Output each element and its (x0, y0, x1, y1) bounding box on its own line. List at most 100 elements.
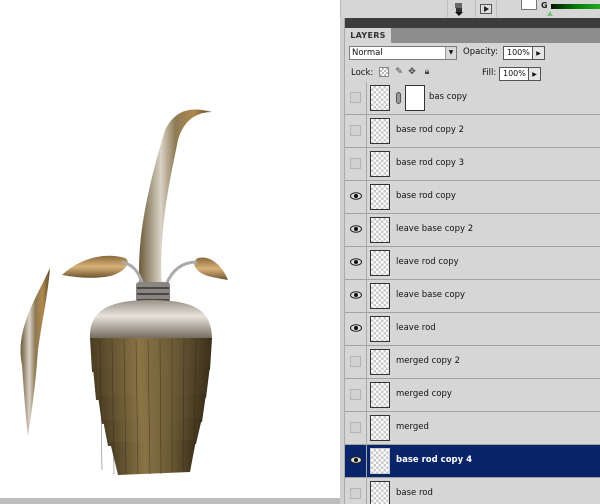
layer-row[interactable]: bas copy (345, 82, 600, 115)
layer-thumbnail[interactable] (370, 316, 390, 342)
triangle-right-icon: ▶ (532, 70, 537, 78)
opacity-input[interactable]: 100% (503, 46, 533, 60)
lock-transparency-icon[interactable] (379, 67, 389, 77)
visibility-toggle[interactable] (345, 82, 367, 114)
layers-panel: LAYERS Normal ▼ Opacity: 100% ▶ Lock: ✎ … (345, 28, 600, 504)
visibility-empty-box (350, 356, 361, 367)
layer-row[interactable]: leave rod (345, 313, 600, 346)
panel-header-bar (345, 18, 600, 28)
layer-name: leave base copy 2 (396, 224, 474, 234)
layer-row[interactable]: base rod copy 4 (345, 445, 600, 478)
layer-name: leave rod (396, 323, 436, 333)
layer-name: base rod copy 3 (396, 158, 464, 168)
visibility-toggle[interactable] (345, 478, 367, 504)
lock-image-brush-icon[interactable]: ✎ (394, 67, 404, 77)
right-leaf (194, 257, 228, 280)
layer-name: base rod copy 2 (396, 125, 464, 135)
lock-position-move-icon[interactable]: ✥ (407, 67, 417, 77)
visibility-empty-box (350, 92, 361, 103)
visibility-toggle[interactable] (345, 313, 367, 345)
visibility-empty-box (350, 158, 361, 169)
layer-thumbnail[interactable] (370, 184, 390, 210)
layer-row[interactable]: base rod copy (345, 181, 600, 214)
opacity-slider-toggle[interactable]: ▶ (533, 46, 545, 60)
chevron-down-icon[interactable]: ▼ (445, 47, 456, 59)
lock-row: Lock: ✎ ✥ 🔒︎ Fill: 100% ▶ (345, 63, 600, 83)
blend-mode-value: Normal (352, 48, 383, 58)
visibility-toggle[interactable] (345, 214, 367, 246)
tab-layers[interactable]: LAYERS (345, 28, 391, 43)
play-button[interactable] (475, 0, 497, 17)
green-channel-slider[interactable] (551, 4, 600, 9)
color-swatch[interactable] (521, 0, 537, 10)
fill-label: Fill: (482, 68, 497, 78)
visibility-toggle[interactable] (345, 280, 367, 312)
layer-name: base rod copy 4 (396, 455, 473, 465)
eye-icon (350, 291, 362, 299)
blend-mode-select[interactable]: Normal ▼ (349, 46, 457, 60)
eye-icon (350, 456, 362, 464)
layer-row[interactable]: leave base copy (345, 280, 600, 313)
layer-name: merged copy (396, 389, 452, 399)
artwork-metal-plant (20, 109, 228, 475)
fill-input[interactable]: 100% (499, 67, 529, 81)
visibility-toggle[interactable] (345, 379, 367, 411)
lock-label: Lock: (351, 68, 374, 78)
cap (89, 300, 212, 340)
layer-thumbnail[interactable] (370, 481, 390, 504)
fill-slider-toggle[interactable]: ▶ (529, 67, 541, 81)
layer-thumbnail[interactable] (370, 118, 390, 144)
top-toolbar: G (340, 0, 600, 18)
visibility-toggle[interactable] (345, 115, 367, 147)
mask-link-chain-icon[interactable] (396, 92, 401, 104)
visibility-empty-box (350, 488, 361, 499)
visibility-empty-box (350, 389, 361, 400)
actions-icon (454, 2, 463, 16)
layer-row[interactable]: base rod copy 3 (345, 148, 600, 181)
channel-label: G (541, 1, 548, 10)
lock-all-padlock-icon[interactable]: 🔒︎ (422, 67, 432, 77)
eye-icon (350, 258, 362, 266)
layer-name: bas copy (429, 92, 468, 102)
layer-row[interactable]: merged (345, 412, 600, 445)
panel-tab-bar: LAYERS (345, 28, 600, 43)
visibility-toggle[interactable] (345, 181, 367, 213)
visibility-toggle[interactable] (345, 247, 367, 279)
layer-name: base rod copy (396, 191, 456, 201)
visibility-toggle[interactable] (345, 445, 367, 477)
layer-thumbnail[interactable] (370, 349, 390, 375)
left-leaf (62, 255, 128, 278)
visibility-toggle[interactable] (345, 412, 367, 444)
visibility-toggle[interactable] (345, 346, 367, 378)
layer-thumbnail[interactable] (370, 283, 390, 309)
canvas-scroll-area (0, 498, 340, 504)
visibility-toggle[interactable] (345, 148, 367, 180)
layer-name: base rod (396, 488, 433, 498)
layer-row[interactable]: leave base copy 2 (345, 214, 600, 247)
eye-icon (350, 192, 362, 200)
document-canvas[interactable] (0, 0, 340, 504)
slider-handle[interactable] (547, 11, 553, 16)
layer-thumbnail[interactable] (370, 217, 390, 243)
layer-thumbnail[interactable] (370, 151, 390, 177)
layer-row[interactable]: leave rod copy (345, 247, 600, 280)
layer-list: bas copy base rod copy 2 base rod copy 3 ba… (345, 82, 600, 504)
layer-row[interactable]: merged copy 2 (345, 346, 600, 379)
layer-mask-thumbnail[interactable] (405, 85, 425, 111)
detached-leaf (20, 268, 50, 436)
play-icon (480, 3, 492, 14)
layer-thumbnail[interactable] (370, 250, 390, 276)
layer-row[interactable]: base rod (345, 478, 600, 504)
layer-name: leave rod copy (396, 257, 459, 267)
layer-row[interactable]: base rod copy 2 (345, 115, 600, 148)
layer-thumbnail[interactable] (370, 415, 390, 441)
layer-name: leave base copy (396, 290, 466, 300)
layer-thumbnail[interactable] (370, 85, 390, 111)
actions-button[interactable] (447, 0, 469, 17)
blend-row: Normal ▼ Opacity: 100% ▶ (345, 43, 600, 63)
layer-name: merged (396, 422, 429, 432)
visibility-empty-box (350, 422, 361, 433)
layer-thumbnail[interactable] (370, 448, 390, 474)
layer-row[interactable]: merged copy (345, 379, 600, 412)
layer-thumbnail[interactable] (370, 382, 390, 408)
